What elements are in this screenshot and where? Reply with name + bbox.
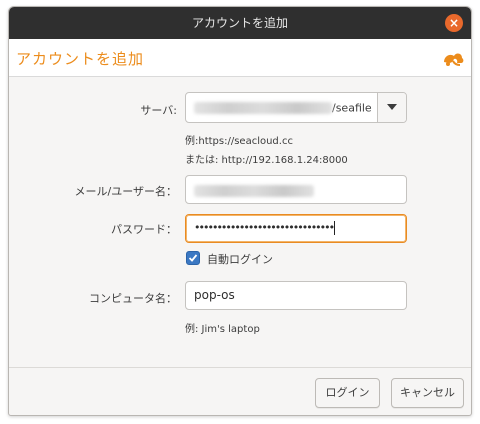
cancel-button[interactable]: キャンセル xyxy=(391,378,464,408)
email-blurred-value xyxy=(194,184,314,197)
email-field[interactable] xyxy=(185,175,407,204)
email-value xyxy=(194,183,314,197)
computer-name-label: コンピュータ名： xyxy=(89,292,177,305)
server-combobox[interactable]: /seafile xyxy=(185,92,407,123)
checkmark-icon xyxy=(188,254,198,262)
chevron-down-icon xyxy=(387,104,397,110)
seafile-logo-icon xyxy=(444,53,464,66)
dialog-header: アカウントを追加 xyxy=(9,39,471,77)
header-title: アカウントを追加 xyxy=(16,50,145,68)
password-field[interactable]: ••••••••••••••••••••••••••••••• xyxy=(185,214,407,243)
server-path: /seafile xyxy=(332,101,372,115)
password-label: パスワード： xyxy=(111,223,177,236)
text-caret xyxy=(334,221,336,235)
server-value[interactable]: /seafile xyxy=(194,101,374,116)
server-hint-example: 例:https://seacloud.cc xyxy=(185,136,293,147)
server-dropdown-button[interactable] xyxy=(377,93,406,122)
title-bar: アカウントを追加 × xyxy=(9,7,471,39)
footer-divider xyxy=(9,367,471,368)
add-account-dialog: アカウントを追加 × アカウントを追加 サーバ: /seafile 例:http… xyxy=(8,6,472,416)
server-label: サーバ: xyxy=(140,104,177,117)
computer-name-value: pop-os xyxy=(194,288,235,302)
password-value: ••••••••••••••••••••••••••••••• xyxy=(194,221,335,235)
computer-name-field[interactable]: pop-os xyxy=(185,281,407,310)
email-label: メール/ユーザー名： xyxy=(74,185,178,198)
password-dots: ••••••••••••••••••••••••••••••• xyxy=(194,221,335,234)
auto-login-checkbox[interactable] xyxy=(186,251,200,265)
server-hint-alt: または: http://192.168.1.24:8000 xyxy=(185,155,348,166)
login-button[interactable]: ログイン xyxy=(315,378,380,408)
close-button[interactable]: × xyxy=(445,14,463,32)
server-blurred-host xyxy=(194,102,332,114)
auto-login-label[interactable]: 自動ログイン xyxy=(207,251,273,267)
computer-name-hint: 例: Jim's laptop xyxy=(185,324,260,335)
window-title: アカウントを追加 xyxy=(191,16,288,30)
